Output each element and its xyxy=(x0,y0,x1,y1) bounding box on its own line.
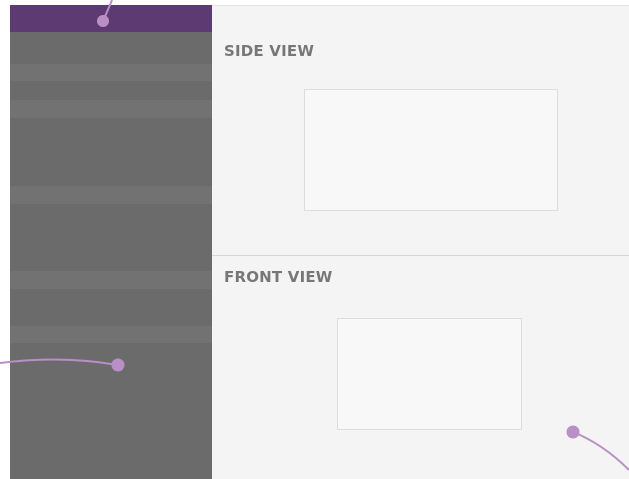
sidebar-item[interactable] xyxy=(10,186,212,204)
sidebar-item[interactable] xyxy=(10,326,212,343)
front-view-panel: FRONT VIEW xyxy=(212,256,629,479)
sidebar xyxy=(10,5,212,479)
sidebar-header[interactable] xyxy=(10,5,212,32)
side-view-panel: SIDE VIEW xyxy=(212,6,629,256)
app-window: SIDE VIEW FRONT VIEW xyxy=(0,0,629,479)
sidebar-item[interactable] xyxy=(10,100,212,118)
main-content: SIDE VIEW FRONT VIEW xyxy=(212,5,629,479)
side-view-preview[interactable] xyxy=(304,89,558,211)
sidebar-item[interactable] xyxy=(10,64,212,81)
front-view-title: FRONT VIEW xyxy=(224,268,333,286)
side-view-title: SIDE VIEW xyxy=(224,42,315,60)
front-view-preview[interactable] xyxy=(337,318,522,430)
sidebar-item[interactable] xyxy=(10,271,212,289)
